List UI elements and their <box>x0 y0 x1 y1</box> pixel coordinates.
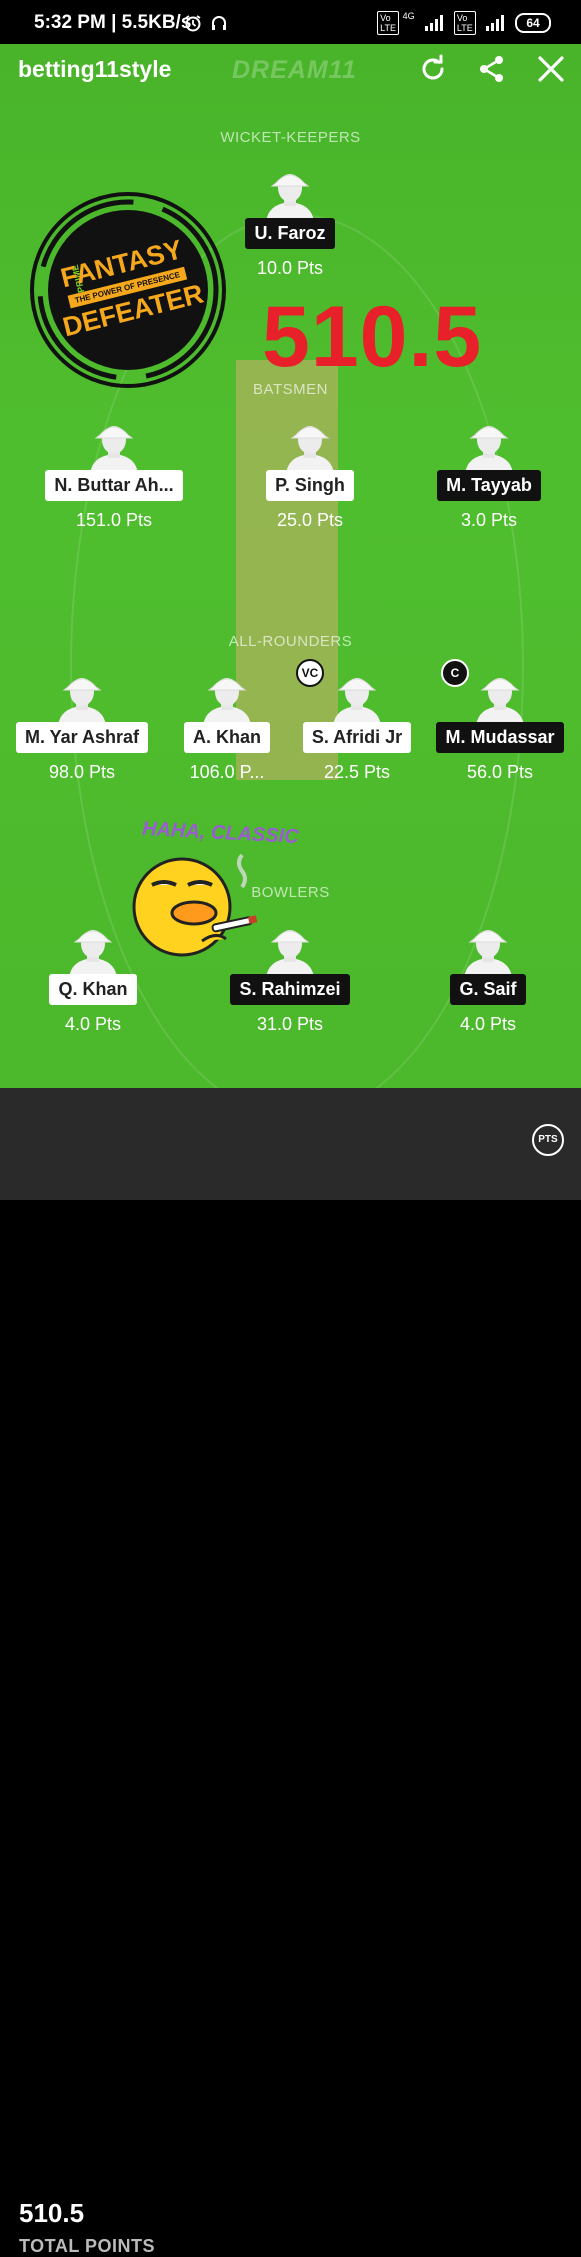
volte-icon-2: Vo LTE <box>453 11 476 35</box>
brand-logo: DREAM11 <box>232 56 357 84</box>
player-name: U. Faroz <box>245 218 335 249</box>
player-card-wk1[interactable]: U. Faroz 10.0 Pts <box>210 168 370 279</box>
player-points: 10.0 Pts <box>256 258 324 278</box>
refresh-icon <box>422 54 444 80</box>
player-name: N. Buttar Ah... <box>45 470 183 501</box>
player-name: M. Yar Ashraf <box>15 722 149 753</box>
player-points: 25.0 Pts <box>276 510 344 530</box>
player-card-ar4[interactable]: M. Mudassar 56.0 Pts <box>420 672 580 783</box>
big-score-overlay: 510.5 <box>262 289 483 385</box>
close-icon <box>538 56 564 82</box>
total-points-label: TOTAL POINTS <box>19 2236 156 2256</box>
player-avatar-icon <box>459 420 519 474</box>
player-points: 4.0 Pts <box>64 1014 122 1034</box>
close-button[interactable] <box>534 52 568 86</box>
vice-captain-badge: VC <box>296 659 324 687</box>
player-card-bat3[interactable]: M. Tayyab 3.0 Pts <box>409 420 569 531</box>
player-avatar-icon <box>84 420 144 474</box>
player-name: M. Mudassar <box>436 722 564 753</box>
player-card-bat2[interactable]: P. Singh 25.0 Pts <box>230 420 390 531</box>
status-bar: 5:32 PM | 5.5KB/s Vo LTE 4G Vo LTE 64 <box>0 0 581 44</box>
network-type: 4G <box>402 11 415 21</box>
player-points: 31.0 Pts <box>256 1014 324 1034</box>
player-card-bowl3[interactable]: G. Saif 4.0 Pts <box>408 924 568 1035</box>
player-avatar-icon <box>327 672 387 726</box>
section-all-rounders: ALL-ROUNDERS <box>228 633 353 650</box>
player-avatar-icon <box>260 168 320 222</box>
total-points-value: 510.5 <box>19 2198 85 2228</box>
fantasy-defeater-logo: PRIME FANTASY THE POWER OF PRESENCE DEFE… <box>28 190 228 390</box>
player-points: 56.0 Pts <box>466 762 534 782</box>
player-name: S. Rahimzei <box>230 974 350 1005</box>
share-button[interactable] <box>475 52 509 86</box>
duck-sticker-icon <box>132 845 272 965</box>
status-icons: Vo LTE 4G Vo LTE 64 <box>377 11 551 35</box>
player-avatar-icon <box>470 672 530 726</box>
player-card-ar1[interactable]: M. Yar Ashraf 98.0 Pts <box>2 672 162 783</box>
signal-icon <box>425 15 444 31</box>
player-avatar-icon <box>52 672 112 726</box>
player-card-ar3[interactable]: S. Afridi Jr 22.5 Pts <box>277 672 437 783</box>
share-icon <box>480 56 503 82</box>
player-avatar-icon <box>197 672 257 726</box>
pts-button[interactable]: PTS <box>532 1124 564 1156</box>
alarm-icon <box>184 14 202 37</box>
player-avatar-icon <box>63 924 123 978</box>
battery-icon: 64 <box>515 13 551 33</box>
signal-icon-2 <box>486 15 505 31</box>
player-points: 3.0 Pts <box>460 510 518 530</box>
player-name: A. Khan <box>183 722 270 753</box>
player-card-bat1[interactable]: N. Buttar Ah... 151.0 Pts <box>34 420 194 531</box>
refresh-button[interactable] <box>416 52 450 86</box>
player-points: 98.0 Pts <box>48 762 116 782</box>
status-time: 5:32 PM | 5.5KB/s <box>34 12 192 33</box>
player-avatar-icon <box>458 924 518 978</box>
section-bowlers: BOWLERS <box>251 884 330 901</box>
app-title: betting11style <box>18 56 172 82</box>
player-points: 22.5 Pts <box>323 762 391 782</box>
player-name: S. Afridi Jr <box>302 722 412 753</box>
volte-icon: Vo LTE <box>377 11 400 35</box>
player-points: 151.0 Pts <box>75 510 153 530</box>
player-name: P. Singh <box>266 470 354 501</box>
captain-badge: C <box>441 659 469 687</box>
player-avatar-icon <box>280 420 340 474</box>
player-name: Q. Khan <box>49 974 137 1005</box>
player-points: 4.0 Pts <box>459 1014 517 1034</box>
player-name: G. Saif <box>450 974 526 1005</box>
section-wicket-keepers: WICKET-KEEPERS <box>220 129 361 146</box>
headphones-icon <box>210 14 228 37</box>
player-name: M. Tayyab <box>437 470 541 501</box>
